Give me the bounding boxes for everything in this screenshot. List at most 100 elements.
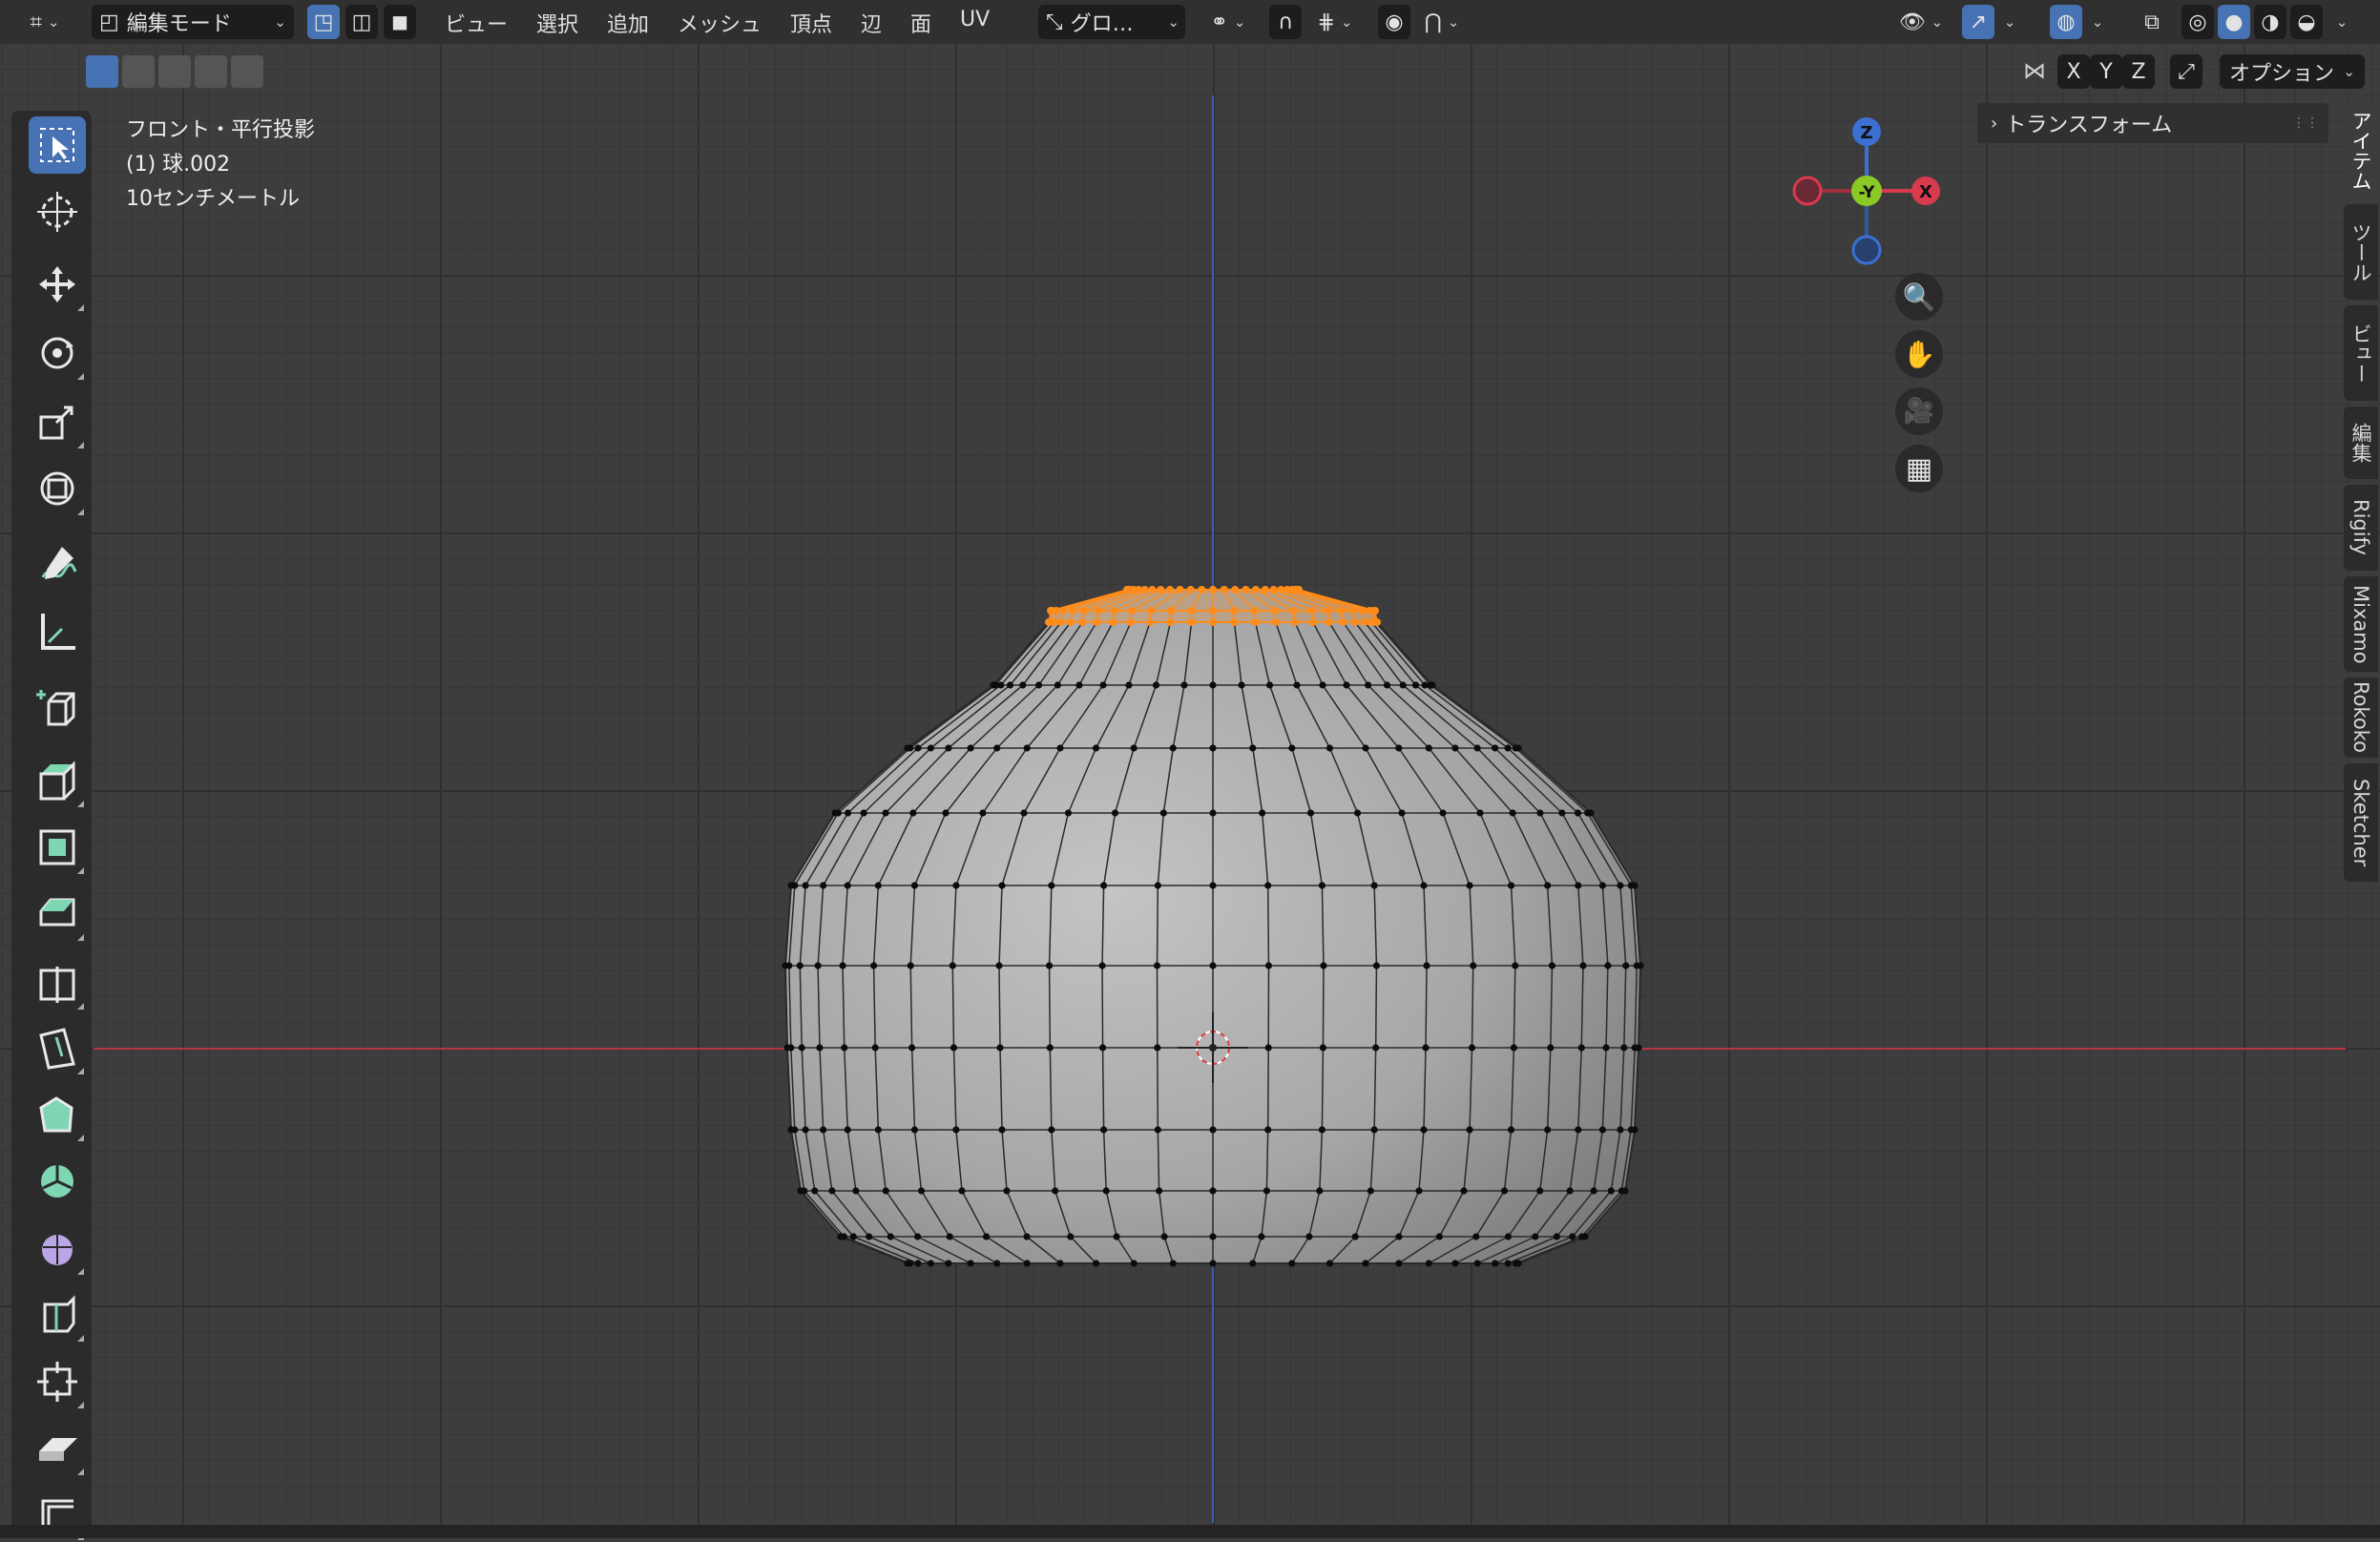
camera-view-button[interactable]: 🎥 [1895,387,1943,435]
mesh-object[interactable] [0,0,2380,1538]
shading-material-button[interactable]: ◑ [2254,5,2286,39]
menu-uv[interactable]: UV [960,8,990,31]
shading-wireframe-button[interactable]: ◎ [2182,5,2214,39]
select-mode-extend-button[interactable] [122,55,155,88]
edge-select-button[interactable]: ◫ [345,5,378,39]
hand-icon: ✋ [1903,339,1936,370]
select-mode-subtract-button[interactable] [158,55,191,88]
menu-select[interactable]: 選択 [536,8,578,38]
menu-edge[interactable]: 辺 [861,8,882,38]
gizmo-z-axis[interactable]: Z [1852,117,1881,146]
tool-bevel-button[interactable] [29,886,86,943]
tool-edge-slide-button[interactable] [29,1286,86,1344]
snap-target-button[interactable]: ⋕⌄ [1305,5,1365,39]
tool-add-cube-button[interactable] [29,679,86,737]
tool-transform-button[interactable] [29,460,86,517]
zoom-button[interactable]: 🔍 [1895,273,1943,321]
gizmo-neg-y-axis[interactable]: -Y [1851,176,1882,206]
tool-measure-button[interactable] [29,603,86,660]
transform-panel-header[interactable]: › トランスフォーム ⋮⋮ [1977,103,2328,143]
shear-icon [35,1427,79,1470]
tool-move-button[interactable] [29,256,86,313]
select-mode-new-button[interactable] [86,55,118,88]
options-dropdown[interactable]: オプション⌄ [2220,54,2365,89]
tool-shelf [11,111,92,1538]
gizmo-x-axis[interactable]: X [1911,177,1940,205]
tool-annotate-button[interactable] [29,536,86,594]
sidebar-tab-5[interactable]: Rigify [2344,485,2378,571]
auto-merge-toggle[interactable]: ⤢ [2170,54,2203,89]
tool-smooth-button[interactable] [29,1219,86,1277]
tool-extrude-button[interactable] [29,752,86,809]
navigation-gizmo[interactable]: Z X -Y [1781,105,1952,277]
tool-inset-button[interactable] [29,819,86,876]
solid-sphere-icon: ● [2224,10,2243,34]
orientation-label: グロ… [1071,7,1134,37]
transform-orientation-select[interactable]: ⤡ グロ… ⌄ [1038,5,1185,39]
snap-toggle[interactable]: ∩ [1269,5,1302,39]
scale-icon [35,400,79,444]
tool-knife-button[interactable] [29,1019,86,1076]
gizmo-neg-z-axis[interactable] [1853,237,1880,263]
sidebar-tab-8[interactable]: Sketcher [2344,763,2378,882]
mirror-y-toggle[interactable]: Y [2090,54,2122,89]
sidebar-tab-2[interactable]: ツール [2344,204,2378,300]
sidebar-tab-6[interactable]: Mixamo [2344,576,2378,672]
sidebar-tab-3[interactable]: ビュー [2344,305,2378,401]
grid-scale-text: 10センチメートル [126,181,300,212]
tool-scale-button[interactable] [29,393,86,450]
add-cube-icon [35,686,79,730]
tool-shear-button[interactable] [29,1420,86,1477]
svg-text:X: X [1919,182,1932,202]
snap-increment-icon: ⋕ [1317,10,1334,34]
select-mode-intersect-button[interactable] [231,55,263,88]
tool-cursor-button[interactable] [29,183,86,240]
gizmo-neg-x-axis[interactable] [1794,177,1821,204]
menu-add[interactable]: 追加 [607,8,649,38]
3d-viewport[interactable] [0,0,2380,1538]
sidebar-tab-4[interactable]: 編集 [2344,406,2378,479]
mirror-z-toggle[interactable]: Z [2122,54,2155,89]
mode-select[interactable]: ◰ 編集モード ⌄ [92,5,294,39]
shading-solid-button[interactable]: ● [2218,5,2250,39]
face-select-button[interactable]: ◼ [384,5,416,39]
smooth-icon [35,1226,79,1270]
cursor-icon [35,190,79,234]
tool-loop-cut-button[interactable] [29,954,86,1011]
menu-mesh[interactable]: メッシュ [678,8,762,38]
shading-rendered-button[interactable]: ◒ [2290,5,2323,39]
pivot-point-button[interactable]: ⚭⌄ [1200,5,1256,39]
overlay-dropdown[interactable]: ⌄ [2086,5,2109,39]
tool-poly-build-button[interactable] [29,1086,86,1143]
status-bar [0,1525,2380,1538]
mirror-x-toggle[interactable]: X [2057,54,2090,89]
gizmo-dropdown[interactable]: ⌄ [1998,5,2021,39]
gizmo-toggle[interactable]: ↗ [1962,5,1994,39]
visibility-button[interactable]: 👁⌄ [1893,5,1949,39]
sidebar-tab-1[interactable]: アイテム [2344,103,2378,198]
vertex-select-button[interactable]: ◳ [307,5,340,39]
select-mode-invert-button[interactable] [195,55,227,88]
falloff-button[interactable]: ⋂⌄ [1414,5,1470,39]
tool-shrink-fatten-button[interactable] [29,1353,86,1410]
transform-icon [35,467,79,511]
overlay-toggle[interactable]: ◍ [2050,5,2082,39]
pan-button[interactable]: ✋ [1895,330,1943,378]
tool-select-box-button[interactable] [29,116,86,174]
menu-view[interactable]: ビュー [445,8,508,38]
drag-handle-icon[interactable]: ⋮⋮ [2292,115,2319,131]
xray-toggle[interactable]: ⧉ [2136,5,2168,39]
shading-dropdown[interactable]: ⌄ [2328,5,2355,39]
proportional-edit-toggle[interactable]: ◉ [1378,5,1410,39]
inset-icon [35,825,79,869]
tool-rotate-button[interactable] [29,324,86,382]
menu-vertex[interactable]: 頂点 [790,8,832,38]
sidebar-tab-7[interactable]: Rokoko [2344,677,2378,758]
rendered-sphere-icon: ◒ [2297,10,2315,34]
editor-type-button[interactable]: ⌗⌄ [17,5,73,39]
tool-spin-button[interactable] [29,1153,86,1210]
poly-build-icon [35,1093,79,1136]
menu-face[interactable]: 面 [910,8,931,38]
material-sphere-icon: ◑ [2261,10,2279,34]
ortho-toggle-button[interactable]: ▦ [1895,445,1943,492]
